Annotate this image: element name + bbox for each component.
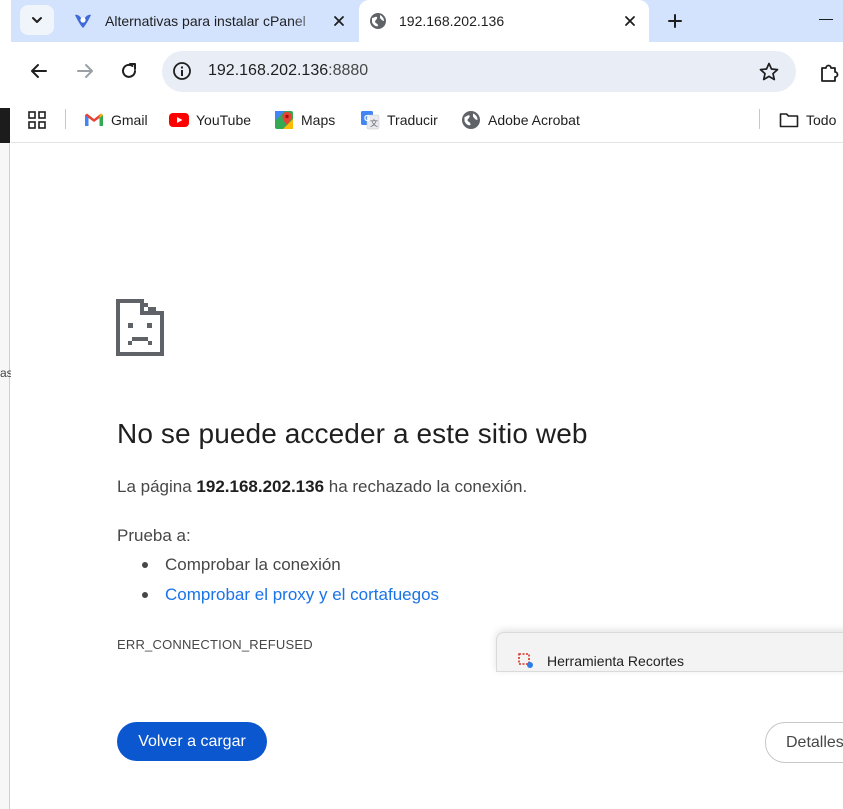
folder-icon xyxy=(779,110,799,130)
suggestion-text: Comprobar la conexión xyxy=(165,555,341,574)
tab-title: Alternativas para instalar cPanel xyxy=(105,13,306,29)
reload-icon xyxy=(122,63,136,78)
new-tab-button[interactable] xyxy=(661,7,689,35)
error-page: No se puede acceder a este sitio web La … xyxy=(11,144,843,809)
suggestion-check-connection: Comprobar la conexión xyxy=(142,554,341,576)
snipping-tool-popup[interactable]: Herramienta Recortes xyxy=(496,632,843,672)
url-port: :8880 xyxy=(328,62,369,79)
background-window-light xyxy=(0,143,10,809)
bookmark-label: Traducir xyxy=(387,112,438,128)
address-bar[interactable]: 192.168.202.136:8880 xyxy=(162,51,796,92)
toolbar: 192.168.202.136:8880 xyxy=(11,42,843,100)
tab-search-button[interactable] xyxy=(20,5,54,35)
bookmark-label: Gmail xyxy=(111,112,148,128)
bookmark-label: Todo xyxy=(806,112,837,128)
error-desc-suffix: ha rechazado la conexión. xyxy=(324,477,528,496)
arrow-right-icon xyxy=(77,64,93,78)
gmail-icon xyxy=(84,110,104,130)
bookmark-label: YouTube xyxy=(196,112,252,128)
bookmark-folder-todo[interactable]: Todo xyxy=(779,108,836,132)
arrow-left-icon xyxy=(31,64,47,78)
bookmark-separator xyxy=(65,109,66,129)
suggestion-check-proxy-link[interactable]: Comprobar el proxy y el cortafuegos xyxy=(142,584,439,606)
reload-button[interactable] xyxy=(115,57,143,85)
bookmark-gmail[interactable]: Gmail xyxy=(84,108,148,132)
youtube-icon xyxy=(169,110,189,130)
try-label: Prueba a: xyxy=(117,526,191,545)
apps-grid-icon[interactable] xyxy=(27,110,47,130)
error-code: ERR_CONNECTION_REFUSED xyxy=(117,637,313,652)
globe-icon xyxy=(370,13,386,29)
url-text[interactable]: 192.168.202.136:8880 xyxy=(208,62,368,80)
bookmark-traducir[interactable]: G 文 Traducir xyxy=(360,108,438,132)
snipping-tool-label: Herramienta Recortes xyxy=(547,653,684,669)
background-window-strip: as xyxy=(0,0,13,809)
back-button[interactable] xyxy=(25,57,53,85)
svg-text:文: 文 xyxy=(370,118,378,128)
reload-page-button[interactable]: Volver a cargar xyxy=(117,722,267,761)
tab-strip: Alternativas para instalar cPanel 192.16… xyxy=(11,0,843,42)
tab-alternativas-cpanel[interactable]: Alternativas para instalar cPanel xyxy=(63,0,358,42)
chevron-down-icon xyxy=(32,17,42,23)
info-icon[interactable] xyxy=(172,61,192,81)
suggestion-link-text[interactable]: Comprobar el proxy y el cortafuegos xyxy=(165,585,439,605)
browser-window: Alternativas para instalar cPanel 192.16… xyxy=(11,0,843,809)
forward-button[interactable] xyxy=(71,57,99,85)
error-desc-host: 192.168.202.136 xyxy=(196,477,325,496)
tab-title: 192.168.202.136 xyxy=(399,13,505,29)
minimize-button[interactable] xyxy=(819,19,833,20)
bookmarks-bar: Gmail YouTube Maps G 文 Traducir Adobe Ac… xyxy=(11,100,843,143)
error-desc-prefix: La página xyxy=(117,477,197,496)
close-tab-button[interactable] xyxy=(621,12,639,30)
maps-icon xyxy=(274,110,294,130)
details-button[interactable]: Detalles xyxy=(765,722,843,763)
bookmark-adobe-acrobat[interactable]: Adobe Acrobat xyxy=(461,108,580,132)
extensions-puzzle-icon[interactable] xyxy=(819,61,841,83)
bullet xyxy=(142,562,148,568)
plus-icon xyxy=(668,14,682,28)
globe-icon xyxy=(461,110,481,130)
tab-active-192[interactable]: 192.168.202.136 xyxy=(359,0,649,42)
bookmark-separator xyxy=(759,109,760,129)
error-description: La página 192.168.202.136 ha rechazado l… xyxy=(117,477,527,497)
webmin-icon xyxy=(75,14,91,28)
close-icon xyxy=(625,16,635,26)
error-title: No se puede acceder a este sitio web xyxy=(117,418,588,449)
bookmark-label: Maps xyxy=(301,112,336,128)
bookmark-youtube[interactable]: YouTube xyxy=(169,108,251,132)
bookmark-star-icon[interactable] xyxy=(758,61,780,83)
sad-document-icon xyxy=(116,299,164,356)
translate-icon: G 文 xyxy=(360,110,380,130)
url-host: 192.168.202.136 xyxy=(208,62,329,79)
bookmark-label: Adobe Acrobat xyxy=(488,112,580,128)
close-icon xyxy=(334,16,344,26)
bullet xyxy=(142,592,148,598)
bookmark-maps[interactable]: Maps xyxy=(274,108,335,132)
close-tab-button[interactable] xyxy=(330,12,348,30)
snipping-tool-icon xyxy=(518,653,533,668)
